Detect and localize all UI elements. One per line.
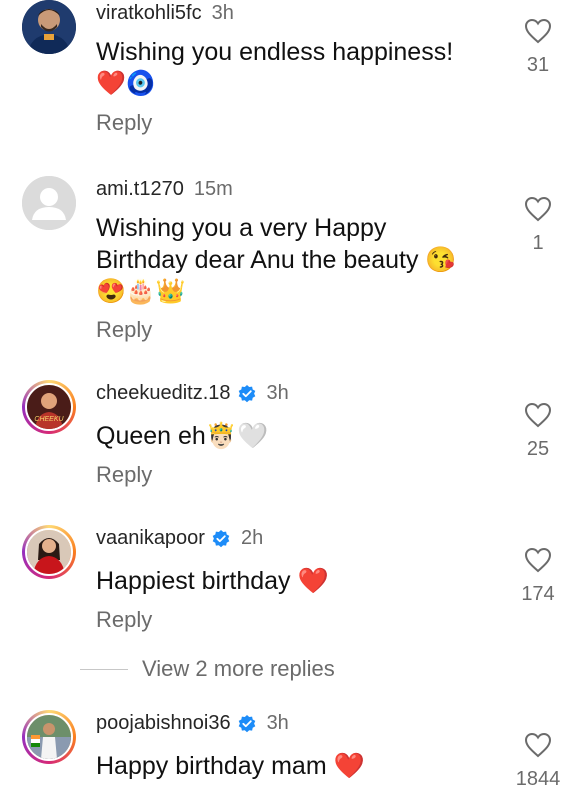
comment-emoji-line: 😍🎂👑 bbox=[96, 278, 186, 305]
avatar[interactable]: CHEEKU bbox=[22, 380, 76, 434]
username[interactable]: ami.t1270 bbox=[96, 178, 184, 201]
username[interactable]: viratkohli5fc bbox=[96, 2, 202, 25]
verified-badge-icon bbox=[212, 529, 230, 547]
comment-meta: ami.t1270 15m bbox=[96, 178, 233, 201]
view-more-replies-button[interactable]: View 2 more replies bbox=[80, 656, 335, 682]
avatar-photo-icon bbox=[22, 0, 76, 54]
comment-meta: poojabishnoi36 3h bbox=[96, 712, 289, 735]
avatar-story-ring bbox=[25, 713, 73, 761]
timestamp: 3h bbox=[266, 712, 289, 734]
avatar-photo-icon bbox=[27, 715, 71, 759]
like-control[interactable]: 1844 bbox=[508, 732, 568, 791]
comment-meta: vaanikapoor 2h bbox=[96, 527, 263, 550]
like-count: 174 bbox=[521, 583, 555, 605]
avatar-story-ring bbox=[25, 528, 73, 576]
comment-line: Birthday dear Anu the beauty 😘 bbox=[96, 246, 457, 274]
avatar-label: CHEEKU bbox=[34, 416, 64, 423]
comment-text: Happy birthday mam ❤️ bbox=[96, 750, 496, 782]
comment-text: Happiest birthday ❤️ bbox=[96, 565, 496, 597]
username[interactable]: cheekueditz.18 bbox=[96, 382, 231, 405]
comment-text: Wishing you a very Happy Birthday dear A… bbox=[96, 212, 496, 308]
timestamp: 15m bbox=[193, 178, 233, 200]
like-count: 31 bbox=[526, 54, 550, 76]
comment-emoji-line: ❤️🧿 bbox=[96, 70, 156, 97]
heart-icon[interactable] bbox=[524, 732, 552, 758]
avatar[interactable] bbox=[22, 0, 76, 54]
heart-icon[interactable] bbox=[524, 196, 552, 222]
avatar[interactable] bbox=[22, 525, 76, 579]
timestamp: 2h bbox=[240, 527, 264, 549]
like-control[interactable]: 174 bbox=[508, 547, 568, 606]
comment-text: Wishing you endless happiness! ❤️🧿 bbox=[96, 36, 496, 100]
like-count: 25 bbox=[526, 438, 550, 460]
heart-icon[interactable] bbox=[524, 547, 552, 573]
like-control[interactable]: 25 bbox=[508, 402, 568, 461]
comment-meta: cheekueditz.18 3h bbox=[96, 382, 289, 405]
username[interactable]: poojabishnoi36 bbox=[96, 712, 231, 735]
comment-line: Wishing you endless happiness! bbox=[96, 38, 454, 66]
timestamp: 3h bbox=[266, 382, 289, 404]
reply-button[interactable]: Reply bbox=[96, 110, 152, 136]
heart-icon[interactable] bbox=[524, 402, 552, 428]
comment-line: Happiest birthday ❤️ bbox=[96, 567, 329, 595]
verified-badge-icon bbox=[238, 384, 255, 402]
reply-button[interactable]: Reply bbox=[96, 462, 152, 488]
like-count: 1844 bbox=[515, 768, 561, 790]
like-count: 1 bbox=[532, 232, 544, 254]
view-more-replies-label[interactable]: View 2 more replies bbox=[142, 656, 335, 682]
comment-text: Queen eh🤴🏻🤍 bbox=[96, 420, 496, 452]
verified-badge-icon bbox=[238, 714, 255, 732]
default-user-icon bbox=[22, 176, 76, 230]
divider bbox=[80, 668, 128, 670]
timestamp: 3h bbox=[211, 2, 234, 24]
avatar-story-ring: CHEEKU bbox=[25, 383, 73, 431]
comment-line: Happy birthday mam ❤️ bbox=[96, 752, 365, 780]
like-control[interactable]: 1 bbox=[508, 196, 568, 255]
username[interactable]: vaanikapoor bbox=[96, 527, 205, 550]
avatar-photo-icon bbox=[27, 530, 71, 574]
heart-icon[interactable] bbox=[524, 18, 552, 44]
avatar[interactable] bbox=[22, 176, 76, 230]
reply-button[interactable]: Reply bbox=[96, 317, 152, 343]
comment-line: Queen eh🤴🏻🤍 bbox=[96, 422, 269, 450]
reply-button[interactable]: Reply bbox=[96, 607, 152, 633]
comment-line: Wishing you a very Happy bbox=[96, 214, 387, 242]
avatar-photo-icon: CHEEKU bbox=[27, 385, 71, 429]
like-control[interactable]: 31 bbox=[508, 18, 568, 77]
comment-meta: viratkohli5fc 3h bbox=[96, 2, 234, 25]
avatar[interactable] bbox=[22, 710, 76, 764]
